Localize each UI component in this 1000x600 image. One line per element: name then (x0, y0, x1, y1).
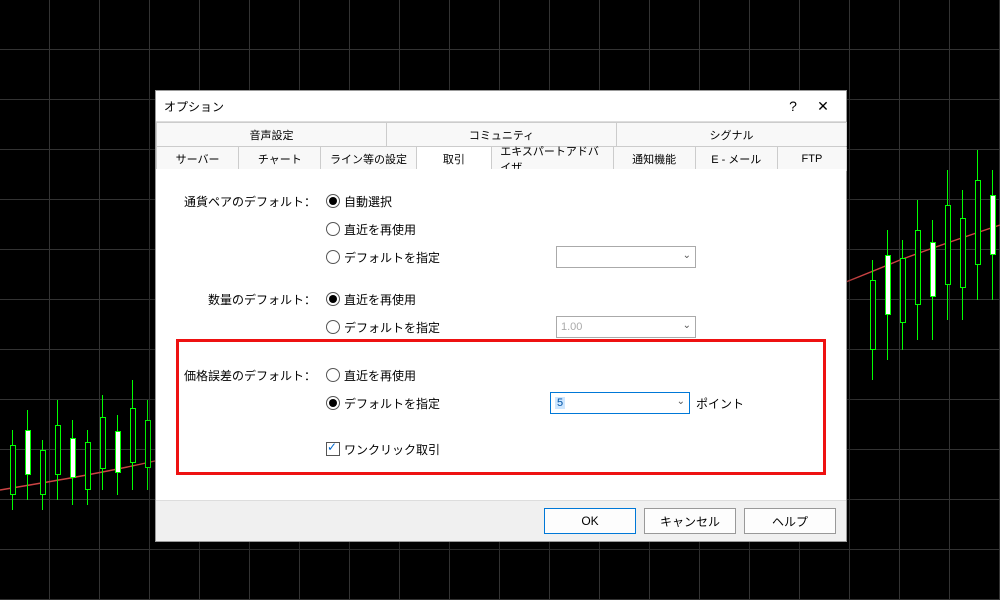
candle (70, 420, 76, 505)
combo-currency[interactable]: ⌄ (556, 246, 696, 268)
candle (870, 260, 876, 380)
tab-label: チャート (258, 151, 302, 167)
tab-ftp[interactable]: FTP (777, 147, 847, 171)
tab-audio[interactable]: 音声設定 (156, 122, 387, 146)
chevron-down-icon: ⌄ (683, 320, 691, 331)
radio-deviation-default[interactable] (326, 396, 340, 410)
volume-label: 数量のデフォルト： (156, 291, 322, 308)
tab-label: FTP (802, 153, 823, 165)
highlight-box (176, 339, 826, 475)
tab-panel-trade: 通貨ペアのデフォルト： 自動選択 直近を再使用 デフォルトを指定 ⌄ (156, 169, 846, 501)
tab-trade[interactable]: 取引 (416, 147, 493, 171)
combo-volume[interactable]: 1.00 ⌄ (556, 316, 696, 338)
radio-label: 自動選択 (344, 193, 392, 210)
lower-tab-row: サーバー チャート ライン等の設定 取引 エキスパートアドバイザ 通知機能 E … (156, 147, 846, 171)
chevron-down-icon: ⌄ (677, 396, 685, 407)
candle (145, 400, 151, 490)
tab-label: 通知機能 (632, 151, 676, 167)
tab-label: コミュニティ (469, 127, 534, 143)
options-dialog: オプション ? ✕ 音声設定 コミュニティ シグナル サーバー チャート ライン… (155, 90, 847, 542)
help-button-bottom[interactable]: ヘルプ (744, 508, 836, 534)
tab-lines[interactable]: ライン等の設定 (320, 147, 416, 171)
tab-label: シグナル (710, 127, 754, 143)
currency-label: 通貨ペアのデフォルト： (156, 193, 322, 210)
candle (130, 380, 136, 490)
help-button[interactable]: ? (778, 94, 808, 118)
radio-deviation-reuse[interactable] (326, 368, 340, 382)
radio-currency-auto[interactable] (326, 194, 340, 208)
radio-currency-default[interactable] (326, 250, 340, 264)
radio-currency-reuse[interactable] (326, 222, 340, 236)
candle (900, 240, 906, 350)
button-label: キャンセル (660, 513, 720, 530)
candle (945, 170, 951, 320)
tab-notify[interactable]: 通知機能 (613, 147, 696, 171)
candle (930, 220, 936, 340)
tab-label: サーバー (176, 151, 220, 167)
tab-server[interactable]: サーバー (156, 147, 239, 171)
radio-label: デフォルトを指定 (344, 319, 440, 336)
button-label: OK (581, 514, 598, 528)
tab-email[interactable]: E - メール (695, 147, 778, 171)
checkbox-one-click[interactable] (326, 442, 340, 456)
candle (10, 430, 16, 510)
help-icon: ? (789, 98, 797, 114)
combo-value: 5 (555, 397, 565, 409)
tab-ea[interactable]: エキスパートアドバイザ (491, 147, 613, 171)
dialog-button-bar: OK キャンセル ヘルプ (156, 500, 846, 541)
tab-chart[interactable]: チャート (238, 147, 321, 171)
candle (40, 440, 46, 510)
candle (115, 415, 121, 495)
candle (55, 400, 61, 500)
ok-button[interactable]: OK (544, 508, 636, 534)
radio-label: 直近を再使用 (344, 291, 416, 308)
radio-label: 直近を再使用 (344, 221, 416, 238)
close-button[interactable]: ✕ (808, 94, 838, 118)
candle (85, 430, 91, 505)
candle (915, 200, 921, 340)
combo-deviation[interactable]: 5 ⌄ (550, 392, 690, 414)
tab-label: 音声設定 (250, 127, 294, 143)
candle (990, 170, 996, 300)
radio-label: デフォルトを指定 (344, 249, 440, 266)
candle (885, 230, 891, 360)
radio-volume-default[interactable] (326, 320, 340, 334)
tab-signals[interactable]: シグナル (616, 122, 847, 146)
tab-label: ライン等の設定 (330, 151, 407, 167)
candle (25, 410, 31, 500)
button-label: ヘルプ (772, 513, 808, 530)
radio-volume-reuse[interactable] (326, 292, 340, 306)
tab-label: E - メール (711, 151, 761, 167)
combo-value: 1.00 (561, 321, 582, 333)
candle (975, 150, 981, 300)
candle (960, 190, 966, 320)
dialog-title: オプション (164, 98, 778, 115)
close-icon: ✕ (817, 98, 829, 115)
candle (100, 395, 106, 490)
titlebar: オプション ? ✕ (156, 91, 846, 122)
cancel-button[interactable]: キャンセル (644, 508, 736, 534)
tab-label: 取引 (443, 151, 465, 167)
chevron-down-icon: ⌄ (683, 250, 691, 261)
